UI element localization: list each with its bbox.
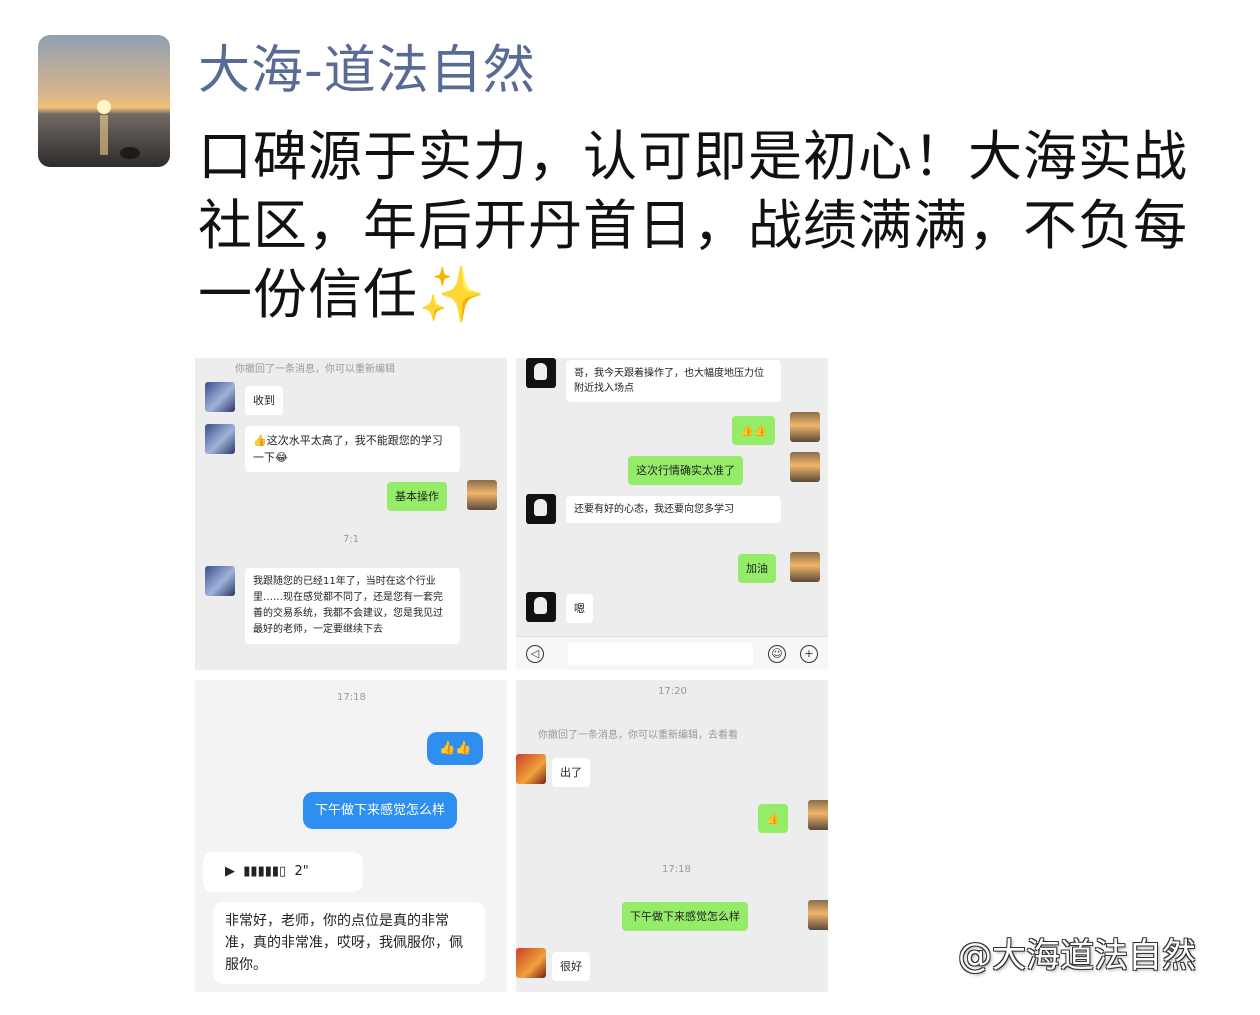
voice-message[interactable]: ▶ ▮▮▮▮▮▯ 2"	[203, 852, 363, 892]
contact-avatar	[516, 754, 546, 784]
self-avatar	[790, 452, 820, 482]
author-name[interactable]: 大海-道法自然	[198, 40, 536, 102]
chat-input-field[interactable]	[568, 643, 753, 665]
contact-avatar	[526, 494, 556, 524]
contact-avatar	[205, 424, 235, 454]
sunset-image	[38, 35, 170, 167]
message-bubble-self: 下午做下来感觉怎么样	[303, 792, 458, 829]
weibo-watermark: @大海道法自然	[958, 936, 1196, 976]
message-bubble-self: 这次行情确实太准了	[628, 456, 743, 485]
chat-input-bar: ◁ ☺ +	[516, 636, 828, 670]
message-bubble: 👍这次水平太高了，我不能跟您的学习一下😂	[245, 426, 460, 472]
chat-screenshot-2[interactable]: 哥，我今天跟着操作了，也大幅度地压力位附近找入场点 👍👍 这次行情确实太准了 还…	[516, 358, 828, 670]
message-bubble: 还要有好的心态，我还要向您多学习	[566, 496, 781, 523]
voice-toggle-icon[interactable]: ◁	[526, 645, 544, 663]
message-bubble-self: 👍👍	[732, 416, 776, 445]
message-bubble-self: 下午做下来感觉怎么样	[622, 902, 748, 931]
message-bubble: 很好	[552, 952, 590, 981]
timestamp: 17:18	[662, 864, 691, 875]
message-bubble: 收到	[245, 386, 283, 415]
self-avatar	[808, 900, 828, 930]
post-body: 口碑源于实力，认可即是初心！大海实战社区，年后开丹首日，战绩满满，不负每一份信任	[198, 125, 1188, 326]
system-note: 你撤回了一条消息，你可以重新编辑	[235, 364, 395, 375]
timestamp: 7:1	[343, 534, 360, 545]
contact-avatar	[205, 382, 235, 412]
message-bubble: 非常好，老师，你的点位是真的非常准，真的非常准，哎呀，我佩服你，佩服你。	[213, 902, 485, 984]
self-avatar	[467, 480, 497, 510]
author-avatar[interactable]	[38, 35, 170, 167]
sparkles-emoji: ✨	[418, 263, 487, 326]
post-text: 口碑源于实力，认可即是初心！大海实战社区，年后开丹首日，战绩满满，不负每一份信任…	[198, 122, 1228, 329]
timestamp: 17:20	[658, 686, 687, 697]
message-bubble: 嗯	[566, 594, 593, 623]
message-bubble: 哥，我今天跟着操作了，也大幅度地压力位附近找入场点	[566, 360, 781, 402]
contact-avatar	[526, 358, 556, 388]
emoji-icon[interactable]: ☺	[768, 645, 786, 663]
message-bubble: 我跟随您的已经11年了，当时在这个行业里……现在感觉都不同了，还是您有一套完善的…	[245, 568, 460, 644]
contact-avatar	[526, 592, 556, 622]
voice-duration: 2"	[294, 864, 309, 879]
chat-screenshot-1[interactable]: 你撤回了一条消息，你可以重新编辑 收到 👍这次水平太高了，我不能跟您的学习一下😂…	[195, 358, 507, 670]
timestamp: 17:18	[337, 692, 366, 703]
message-bubble-self: 加油	[738, 554, 776, 583]
contact-avatar	[205, 566, 235, 596]
message-bubble-self: 👍	[758, 804, 788, 833]
contact-avatar	[516, 948, 546, 978]
system-note: 你撤回了一条消息，你可以重新编辑，去看看	[538, 730, 738, 741]
self-avatar	[790, 412, 820, 442]
plus-icon[interactable]: +	[800, 645, 818, 663]
chat-screenshot-3[interactable]: 17:18 👍👍 下午做下来感觉怎么样 ▶ ▮▮▮▮▮▯ 2" 非常好，老师，你…	[195, 680, 507, 992]
message-bubble-self: 基本操作	[387, 482, 447, 511]
chat-screenshot-4[interactable]: 17:20 你撤回了一条消息，你可以重新编辑，去看看 出了 👍 17:18 下午…	[516, 680, 828, 992]
message-bubble-self: 👍👍	[427, 732, 484, 765]
self-avatar	[790, 552, 820, 582]
self-avatar	[808, 800, 828, 830]
message-bubble: 出了	[552, 758, 590, 787]
